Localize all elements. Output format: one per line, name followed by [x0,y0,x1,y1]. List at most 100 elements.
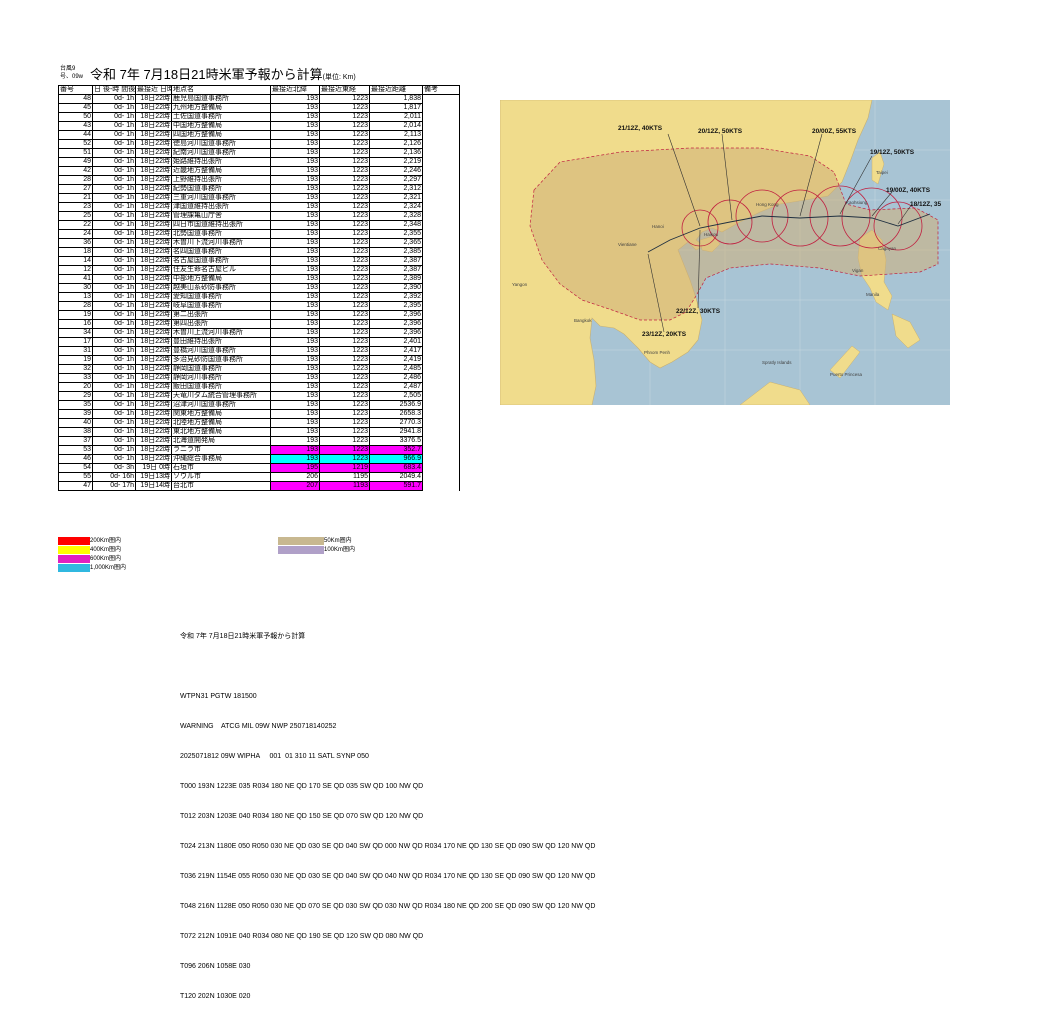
cell-lat: 193 [270,247,320,257]
table-row: 27 0d- 1h 18日22時 紀勢国道事務所 193 1223 2,312 [58,184,460,194]
cell-name: 第二出張所 [171,310,271,320]
cell-dt: 18日22時 [135,382,172,392]
cell-lon: 1219 [319,463,370,473]
storm-label-line1: 台風9 [60,66,76,72]
cell-name: 天竜川ダム統合管理事務所 [171,391,271,401]
cell-remarks [422,445,460,455]
cell-dt: 19日13時 [135,472,172,482]
cell-lon: 1223 [319,265,370,275]
track-map-svg: 21/12Z, 40KTS 20/12Z, 50KTS 20/00Z, 55KT… [499,99,950,406]
cell-lat: 193 [270,346,320,356]
cell-lat: 193 [270,427,320,437]
cell-dist: 966.9 [369,454,423,464]
message-line: T120 202N 1030E 020 [180,993,251,1000]
cell-lat: 193 [270,211,320,221]
cell-offset: 0d- 1h [92,103,136,113]
message-line: T096 206N 1058E 030 [180,963,251,970]
cell-dt: 18日22時 [135,103,172,113]
unit-label: (単位: Km) [322,74,356,81]
cell-remarks [422,481,460,491]
cell-lon: 1223 [319,355,370,365]
forecast-label-21: 21/12Z, 40KTS [618,125,663,132]
cell-offset: 0d- 1h [92,301,136,311]
cell-name: 多治見砂防国道事務所 [171,355,271,365]
cell-remarks [422,211,460,221]
cell-dt: 18日22時 [135,454,172,464]
cell-no: 55 [58,472,93,482]
place-label: Manila [866,292,880,297]
table-row: 34 0d- 1h 18日22時 木曽川上流河川事務所 193 1223 2,396 [58,328,460,338]
cell-name: 越美山系砂防事務所 [171,283,271,293]
cell-lon: 1195 [319,472,370,482]
cell-no: 35 [58,400,93,410]
table-row: 17 0d- 1h 18日22時 豊田維持出張所 193 1223 2,401 [58,337,460,347]
cell-dt: 18日22時 [135,292,172,302]
table-row: 42 0d- 1h 18日22時 近畿地方整備局 193 1223 2,246 [58,166,460,176]
cell-lon: 1223 [319,427,370,437]
header-cell: 地点名 [171,85,271,95]
cell-lon: 1223 [319,319,370,329]
cell-dt: 18日22時 [135,400,172,410]
cell-dt: 19日14時 [135,481,172,491]
cell-lon: 1223 [319,148,370,158]
message-line: T072 212N 1091E 040 R034 080 NE QD 190 S… [180,933,424,940]
cell-name: 紀南河川国道事務所 [171,148,271,158]
table-row: 36 0d- 1h 18日22時 木曽川下流河川事務所 193 1223 2,365 [58,238,460,248]
legend-label: 1,000Km圏内 [90,565,127,571]
cell-dist: 2,387 [369,256,423,266]
cell-offset: 0d- 1h [92,418,136,428]
place-label: Puerto Princesa [830,372,863,377]
cell-lat: 193 [270,256,320,266]
table-header-row: 番号 日 後-時 間後 最接近 日時 地点名 最接近北緯 最接近東経 最接近距離… [58,85,460,95]
cell-remarks [422,103,460,113]
cell-remarks [422,238,460,248]
cell-remarks [422,265,460,275]
cell-offset: 0d- 1h [92,292,136,302]
cell-lon: 1223 [319,274,370,284]
cell-offset: 0d- 1h [92,409,136,419]
forecast-label-22: 22/12Z, 30KTS [676,308,721,315]
cell-lat: 207 [270,481,320,491]
cell-dist: 2,505 [369,391,423,401]
cell-offset: 0d- 1h [92,184,136,194]
typhoon-track-map: 21/12Z, 40KTS 20/12Z, 50KTS 20/00Z, 55KT… [499,99,950,406]
table-row: 13 0d- 1h 18日22時 愛知国道事務所 193 1223 2,392 [58,292,460,302]
cell-name: 静岡国道事務所 [171,364,271,374]
cell-name: 管理課亀山庁舎 [171,211,271,221]
cell-dist: 2,312 [369,184,423,194]
cell-dt: 18日22時 [135,364,172,374]
cell-lon: 1223 [319,301,370,311]
cell-dist: 2,396 [369,328,423,338]
cell-lon: 1223 [319,112,370,122]
table-row: 22 0d- 1h 18日22時 四日市国道維持出張所 193 1223 2,348 [58,220,460,230]
cell-remarks [422,202,460,212]
cell-offset: 0d- 1h [92,130,136,140]
cell-remarks [422,382,460,392]
cell-name: 沼津河川国道事務所 [171,400,271,410]
place-label: Vientiane [618,242,637,247]
cell-lat: 193 [270,265,320,275]
table-row: 29 0d- 1h 18日22時 天竜川ダム統合管理事務所 193 1223 2,505 [58,391,460,401]
cell-offset: 0d- 1h [92,391,136,401]
table-row: 40 0d- 1h 18日22時 北陸地方整備局 193 1223 2770.3 [58,418,460,428]
cell-remarks [422,346,460,356]
cell-no: 16 [58,319,93,329]
cell-lon: 1223 [319,400,370,410]
cell-lat: 193 [270,400,320,410]
cell-name: 姫路維持出張所 [171,157,271,167]
cell-dist: 2536.9 [369,400,423,410]
cell-dist: 2658.3 [369,409,423,419]
cell-remarks [422,319,460,329]
cell-no: 21 [58,193,93,203]
cell-offset: 0d- 1h [92,346,136,356]
cell-no: 45 [58,103,93,113]
cell-lon: 1223 [319,382,370,392]
cell-no: 43 [58,121,93,131]
cell-dt: 18日22時 [135,265,172,275]
cell-no: 25 [58,211,93,221]
cell-name: 木曽川下流河川事務所 [171,238,271,248]
cell-dt: 18日22時 [135,175,172,185]
cell-dist: 2,396 [369,310,423,320]
cell-remarks [422,436,460,446]
cell-lon: 1223 [319,328,370,338]
